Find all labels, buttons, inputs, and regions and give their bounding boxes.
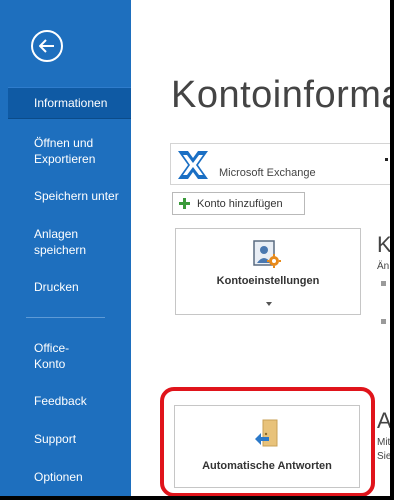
nav-item-feedback[interactable]: Feedback bbox=[8, 393, 131, 409]
nav-item-support[interactable]: Support bbox=[8, 431, 131, 447]
arrow-left-icon bbox=[39, 39, 55, 53]
automatic-replies-text-2: Sie bbox=[377, 451, 390, 462]
nav-item-anlagen-speichern[interactable]: Anlagen speichern bbox=[8, 226, 98, 258]
sidebar: Informationen Öffnen und Exportieren Spe… bbox=[0, 0, 131, 496]
page-title: Kontoinformat bbox=[171, 74, 390, 116]
account-settings-label: Kontoeinstellungen bbox=[216, 275, 320, 287]
bullet-icon bbox=[381, 281, 386, 286]
account-name: Microsoft Exchange bbox=[219, 167, 316, 179]
main-content: Kontoinformat Microsoft Exchange Konto h… bbox=[131, 0, 390, 496]
account-settings-text: Än bbox=[377, 261, 390, 272]
nav-item-label: Support bbox=[34, 432, 77, 446]
nav-item-optionen[interactable]: Optionen bbox=[8, 469, 131, 485]
automatic-replies-label: Automatische Antworten bbox=[202, 460, 332, 472]
nav-item-office-konto[interactable]: Office-Konto bbox=[8, 340, 84, 372]
nav-divider bbox=[26, 317, 105, 318]
nav-item-label: Office-Konto bbox=[34, 341, 70, 371]
chevron-down-icon bbox=[266, 293, 272, 311]
nav-item-speichern-unter[interactable]: Speichern unter bbox=[8, 188, 131, 204]
nav-item-label: Anlagen speichern bbox=[34, 227, 87, 257]
plus-icon bbox=[179, 198, 190, 209]
nav-item-label: Speichern unter bbox=[34, 189, 119, 203]
automatic-replies-text-1: Mit bbox=[377, 437, 390, 448]
nav-item-label: Öffnen und Exportieren bbox=[34, 136, 96, 166]
add-account-button[interactable]: Konto hinzufügen bbox=[172, 192, 305, 215]
automatic-replies-button[interactable]: Automatische Antworten bbox=[174, 405, 360, 488]
account-selector[interactable]: Microsoft Exchange bbox=[170, 143, 390, 185]
account-settings-icon bbox=[252, 239, 282, 274]
back-button[interactable] bbox=[31, 30, 63, 62]
account-marker bbox=[385, 158, 388, 161]
add-account-label: Konto hinzufügen bbox=[197, 197, 283, 210]
account-settings-heading: Ko bbox=[377, 232, 390, 257]
nav-item-label: Drucken bbox=[34, 280, 79, 294]
nav-item-oeffnen-exportieren[interactable]: Öffnen und Exportieren bbox=[8, 135, 118, 167]
backstage-view: Informationen Öffnen und Exportieren Spe… bbox=[0, 0, 390, 496]
exchange-logo-icon bbox=[176, 149, 210, 184]
bullet-icon bbox=[381, 319, 386, 324]
nav-item-drucken[interactable]: Drucken bbox=[8, 279, 131, 295]
nav-item-label: Informationen bbox=[34, 96, 108, 110]
automatic-replies-icon bbox=[253, 418, 281, 455]
automatic-replies-heading: Au bbox=[377, 408, 390, 433]
account-settings-button[interactable]: Kontoeinstellungen bbox=[175, 228, 361, 315]
nav-item-informationen[interactable]: Informationen bbox=[8, 87, 131, 119]
nav-item-label: Optionen bbox=[34, 470, 83, 484]
nav-item-label: Feedback bbox=[34, 394, 87, 408]
